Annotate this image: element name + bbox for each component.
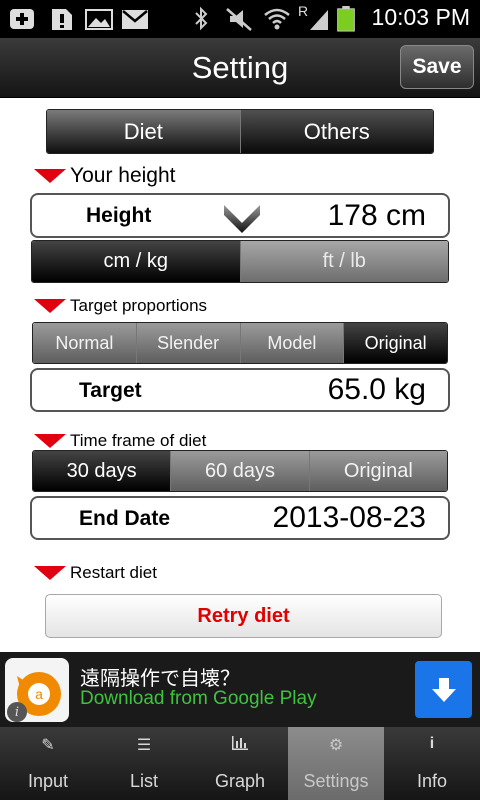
time-frame-options: 30 days 60 days Original xyxy=(32,450,448,492)
target-section-label: Target proportions xyxy=(70,296,208,315)
target-value: 65.0 kg xyxy=(327,373,426,406)
nav-settings[interactable]: ⚙ Settings xyxy=(288,727,384,800)
ad-subtitle: Download from Google Play xyxy=(80,688,317,709)
option-60-days[interactable]: 60 days xyxy=(171,451,310,491)
ad-info-icon[interactable]: i xyxy=(7,702,27,722)
gallery-icon xyxy=(85,9,113,30)
option-normal[interactable]: Normal xyxy=(33,323,137,363)
option-slender[interactable]: Slender xyxy=(136,323,241,363)
battery-icon xyxy=(337,6,355,32)
list-icon: ☰ xyxy=(136,737,152,754)
expand-arrow-icon xyxy=(34,566,66,580)
target-label: Target xyxy=(79,379,142,402)
save-button[interactable]: Save xyxy=(400,45,474,89)
unit-ft-lb[interactable]: ft / lb xyxy=(240,241,448,282)
nav-graph[interactable]: Graph xyxy=(192,727,288,800)
height-value: 178 cm xyxy=(327,199,426,232)
option-original[interactable]: Original xyxy=(344,323,447,363)
end-date-label: End Date xyxy=(79,507,171,530)
retry-diet-button[interactable]: Retry diet xyxy=(45,594,442,638)
unit-toggle: cm / kg ft / lb xyxy=(31,240,449,283)
download-icon[interactable] xyxy=(415,661,472,718)
proportion-options: Normal Slender Model Original xyxy=(32,322,448,364)
status-bar: R 10:03 PM xyxy=(0,0,480,38)
bluetooth-icon xyxy=(195,6,208,31)
ad-banner[interactable]: a i 遠隔操作で自壊？ Download from Google Play xyxy=(0,652,480,727)
option-30-days[interactable]: 30 days xyxy=(33,451,172,491)
nav-info-label: Info xyxy=(416,771,448,791)
height-section-label: Your height xyxy=(70,164,176,187)
mail-icon xyxy=(122,10,148,29)
pencil-icon: ✎ xyxy=(41,737,55,754)
unit-cm-kg[interactable]: cm / kg xyxy=(32,241,241,282)
title-bar: Setting Save xyxy=(0,38,480,98)
nav-list-label: List xyxy=(129,771,158,791)
mute-icon xyxy=(226,8,252,31)
nav-graph-label: Graph xyxy=(214,771,266,791)
nav-settings-label: Settings xyxy=(303,771,369,791)
nav-info[interactable]: i Info xyxy=(384,727,480,800)
expand-arrow-icon xyxy=(34,299,66,313)
height-field[interactable]: Height 178 cm xyxy=(30,193,450,238)
height-section-header: Your height xyxy=(34,164,175,188)
option-model[interactable]: Model xyxy=(240,323,345,363)
restart-section-label: Restart diet xyxy=(70,563,157,582)
restart-section-header: Restart diet xyxy=(34,563,157,583)
target-section-header: Target proportions xyxy=(34,296,207,316)
ad-title: 遠隔操作で自壊？ xyxy=(80,666,240,690)
gear-icon: ⚙ xyxy=(328,737,344,754)
nav-input[interactable]: ✎ Input xyxy=(0,727,96,800)
chevron-down-icon[interactable] xyxy=(222,201,262,235)
time-section-header: Time frame of diet xyxy=(34,431,206,451)
roaming-signal-icon: R xyxy=(298,3,330,32)
end-date-field[interactable]: End Date 2013-08-23 xyxy=(30,496,450,540)
expand-arrow-icon xyxy=(34,169,66,183)
top-tabs: Diet Others xyxy=(46,109,434,154)
sd-alert-icon xyxy=(52,9,72,30)
option-original-time[interactable]: Original xyxy=(309,451,447,491)
clock: 10:03 PM xyxy=(371,4,470,30)
expand-arrow-icon xyxy=(34,434,66,448)
bottom-nav: ✎ Input ☰ List Graph ⚙ Settings i Info xyxy=(0,727,480,800)
end-date-value: 2013-08-23 xyxy=(272,501,426,534)
nav-input-label: Input xyxy=(27,771,69,791)
wifi-icon xyxy=(264,8,290,30)
tab-diet[interactable]: Diet xyxy=(47,110,241,153)
tab-others[interactable]: Others xyxy=(240,110,433,153)
info-icon: i xyxy=(429,735,435,752)
svg-text:a: a xyxy=(35,686,43,702)
add-icon xyxy=(10,9,34,29)
target-field[interactable]: Target 65.0 kg xyxy=(30,368,450,412)
nav-list[interactable]: ☰ List xyxy=(96,727,192,800)
time-section-label: Time frame of diet xyxy=(70,431,207,450)
height-label: Height xyxy=(86,204,152,227)
graph-icon xyxy=(192,735,288,756)
